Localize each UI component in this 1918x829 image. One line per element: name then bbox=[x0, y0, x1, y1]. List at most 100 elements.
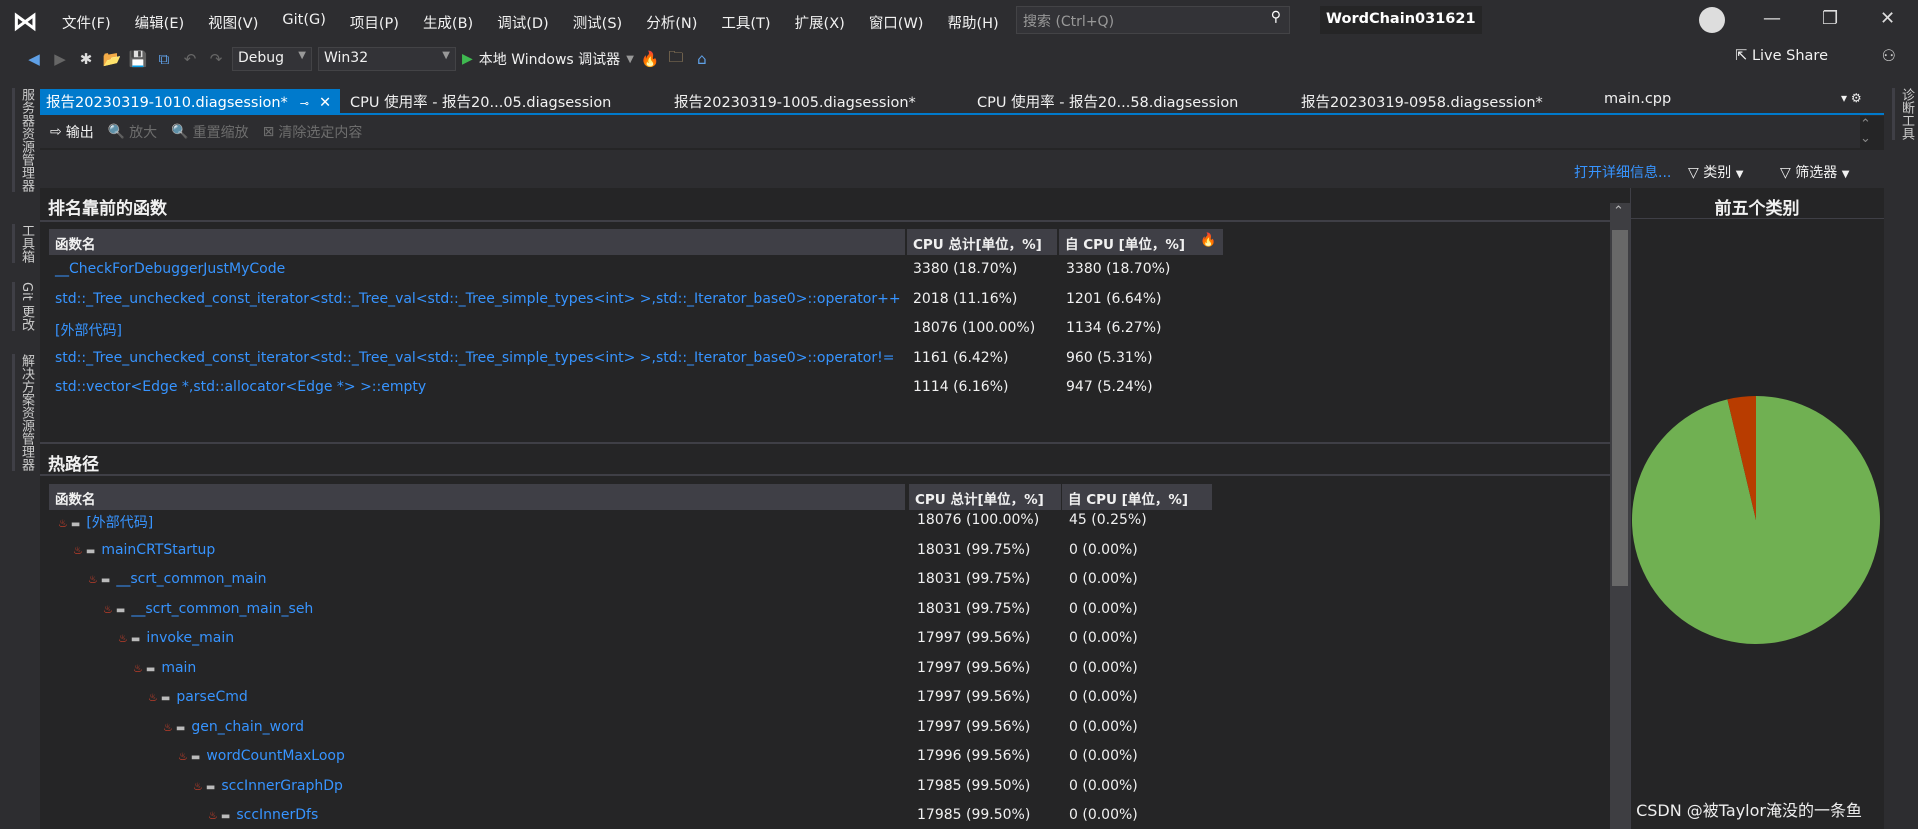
column-header[interactable]: CPU 总计[单位，%] bbox=[909, 484, 1061, 510]
category-filter-button[interactable]: ▽ 类别 ▼ bbox=[1688, 162, 1743, 182]
open-details-link[interactable]: 打开详细信息... bbox=[1574, 162, 1671, 182]
menu-item[interactable]: 文件(F) bbox=[50, 12, 123, 33]
hot-path-flame-icon: ♨ bbox=[208, 809, 218, 822]
forward-icon[interactable]: ▶ bbox=[50, 50, 70, 68]
menu-item[interactable]: 窗口(W) bbox=[857, 12, 936, 33]
function-link[interactable]: std::vector<Edge *,std::allocator<Edge *… bbox=[55, 379, 426, 395]
zoom-in-button[interactable]: 🔍 放大 bbox=[108, 122, 157, 142]
redo-icon[interactable]: ↷ bbox=[206, 50, 226, 68]
filter-button[interactable]: ▽ 筛选器 ▼ bbox=[1780, 162, 1849, 182]
hot-path-row[interactable]: ♨ ▬ mainCRTStartup bbox=[73, 542, 215, 558]
toolbar: ◀ ▶ ✱ 📂 💾 ⧉ ↶ ↷ Debug ▼ Win32 ▼ ▶ 本地 Window… bbox=[0, 44, 1918, 74]
hot-path-row[interactable]: ♨ ▬ __scrt_common_main_seh bbox=[103, 601, 313, 617]
tab-cpu-usage-05[interactable]: CPU 使用率 - 报告20...05.diagsession bbox=[344, 89, 617, 113]
live-share-button[interactable]: ⇱ Live Share bbox=[1735, 48, 1828, 64]
menu-item[interactable]: 工具(T) bbox=[709, 12, 782, 33]
new-project-icon[interactable]: ✱ bbox=[76, 50, 96, 68]
restore-icon[interactable]: ❐ bbox=[1822, 8, 1838, 29]
menu-item[interactable]: 生成(B) bbox=[411, 12, 485, 33]
output-button[interactable]: ⇨ 输出 bbox=[50, 122, 94, 142]
tab-report-0958[interactable]: 报告20230319-0958.diagsession* bbox=[1295, 89, 1549, 113]
menu-item[interactable]: 测试(S) bbox=[561, 12, 635, 33]
tab-cpu-usage-58[interactable]: CPU 使用率 - 报告20...58.diagsession bbox=[971, 89, 1244, 113]
menu-item[interactable]: Git(G) bbox=[270, 12, 338, 33]
hot-path-row[interactable]: ♨ ▬ parseCmd bbox=[148, 689, 248, 705]
tab-report-1005[interactable]: 报告20230319-1005.diagsession* bbox=[668, 89, 922, 113]
function-name[interactable]: wordCountMaxLoop bbox=[206, 748, 345, 764]
function-name[interactable]: main bbox=[161, 660, 196, 676]
hot-reload-icon[interactable]: 🔥 bbox=[640, 50, 660, 68]
function-name[interactable]: mainCRTStartup bbox=[101, 542, 215, 558]
hot-path-flame-icon: ♨ bbox=[103, 602, 113, 616]
hot-path-row[interactable]: ♨ ▬ sccInnerDfs bbox=[208, 807, 318, 823]
menu-item[interactable]: 帮助(H) bbox=[935, 12, 1010, 33]
expand-icon: ▬ bbox=[145, 663, 156, 675]
cpu-total: 3380 (18.70%) bbox=[913, 261, 1018, 277]
browser-icon[interactable]: ⌂ bbox=[692, 50, 712, 68]
menu-item[interactable]: 项目(P) bbox=[338, 12, 411, 33]
column-header[interactable]: 函数名 bbox=[49, 229, 905, 255]
menu-item[interactable]: 分析(N) bbox=[634, 12, 709, 33]
save-icon[interactable]: 💾 bbox=[128, 50, 148, 68]
column-header[interactable]: 函数名 bbox=[49, 484, 905, 510]
function-name[interactable]: [外部代码] bbox=[86, 515, 153, 531]
solution-explorer-tab[interactable]: 解决方案资源管理器 bbox=[12, 354, 36, 471]
hot-path-row[interactable]: ♨ ▬ sccInnerGraphDp bbox=[193, 778, 343, 794]
clear-selection-button[interactable]: ⊠ 清除选定内容 bbox=[263, 122, 363, 142]
scrollbar-thumb[interactable] bbox=[1612, 230, 1628, 586]
function-name[interactable]: sccInnerDfs bbox=[236, 807, 318, 823]
menu-item[interactable]: 调试(D) bbox=[485, 12, 560, 33]
menu-item[interactable]: 编辑(E) bbox=[123, 12, 196, 33]
function-link[interactable]: std::_Tree_unchecked_const_iterator<std:… bbox=[55, 291, 901, 307]
hot-path-row[interactable]: ♨ ▬ gen_chain_word bbox=[163, 719, 304, 735]
function-name[interactable]: __scrt_common_main_seh bbox=[131, 601, 313, 617]
cpu-total: 17985 (99.50%) bbox=[917, 807, 1031, 823]
function-link[interactable]: __CheckForDebuggerJustMyCode bbox=[55, 261, 285, 277]
open-folder-icon[interactable]: 📂 bbox=[102, 50, 122, 68]
function-link[interactable]: std::_Tree_unchecked_const_iterator<std:… bbox=[55, 350, 894, 366]
function-name[interactable]: sccInnerGraphDp bbox=[221, 778, 343, 794]
hot-path-row[interactable]: ♨ ▬ [外部代码] bbox=[58, 512, 153, 532]
save-all-icon[interactable]: ⧉ bbox=[154, 50, 174, 68]
function-name[interactable]: __scrt_common_main bbox=[116, 571, 266, 587]
find-in-files-icon[interactable]: 🗀 bbox=[666, 47, 686, 72]
config-select[interactable]: Debug ▼ bbox=[232, 47, 312, 71]
minimize-icon[interactable]: — bbox=[1763, 8, 1781, 29]
git-changes-tab[interactable]: Git 更改 bbox=[12, 282, 36, 331]
scroll-up-down-icon[interactable]: ⌃ ⌄ bbox=[1860, 118, 1871, 146]
self-cpu: 0 (0.00%) bbox=[1069, 807, 1138, 823]
avatar[interactable] bbox=[1699, 7, 1725, 33]
feedback-icon[interactable]: ⚇ bbox=[1882, 46, 1896, 65]
tab-report-1010[interactable]: 报告20230319-1010.diagsession* ⊸ ✕ bbox=[40, 89, 340, 113]
function-name[interactable]: gen_chain_word bbox=[191, 719, 304, 735]
scroll-up-icon[interactable]: ⌃ bbox=[1613, 204, 1624, 219]
search-input[interactable]: 搜索 (Ctrl+Q) ⚲ bbox=[1016, 6, 1290, 34]
diagnostic-tools-tab[interactable]: 诊断工具 bbox=[1892, 88, 1916, 140]
close-icon[interactable]: ✕ bbox=[1880, 8, 1895, 29]
menu-item[interactable]: 扩展(X) bbox=[783, 12, 857, 33]
hot-path-row[interactable]: ♨ ▬ main bbox=[133, 660, 196, 676]
function-link[interactable]: [外部代码] bbox=[55, 320, 122, 340]
server-explorer-tab[interactable]: 服务器资源管理器 bbox=[12, 88, 36, 192]
cpu-total: 17996 (99.56%) bbox=[917, 748, 1031, 764]
pin-icon[interactable]: ⊸ bbox=[300, 97, 309, 110]
hot-path-row[interactable]: ♨ ▬ invoke_main bbox=[118, 630, 234, 646]
tab-list-dropdown-icon[interactable]: ▾ ⚙ bbox=[1835, 89, 1868, 113]
hot-path-row[interactable]: ♨ ▬ __scrt_common_main bbox=[88, 571, 267, 587]
function-name[interactable]: parseCmd bbox=[176, 689, 247, 705]
function-name[interactable]: invoke_main bbox=[146, 630, 234, 646]
tab-main-cpp[interactable]: main.cpp bbox=[1598, 89, 1677, 113]
start-debug-button[interactable]: ▶ 本地 Windows 调试器 ▼ bbox=[462, 49, 634, 69]
close-tab-icon[interactable]: ✕ bbox=[319, 95, 331, 111]
menu-item[interactable]: 视图(V) bbox=[196, 12, 270, 33]
column-header[interactable]: 自 CPU [单位，%] bbox=[1059, 229, 1223, 255]
column-header[interactable]: 自 CPU [单位，%] bbox=[1062, 484, 1212, 510]
cpu-total: 2018 (11.16%) bbox=[913, 290, 1018, 307]
toolbox-tab[interactable]: 工具箱 bbox=[12, 224, 36, 263]
column-header[interactable]: CPU 总计[单位，%] bbox=[907, 229, 1057, 255]
hot-path-row[interactable]: ♨ ▬ wordCountMaxLoop bbox=[178, 748, 345, 764]
reset-zoom-button[interactable]: 🔍 重置缩放 bbox=[171, 122, 248, 142]
undo-icon[interactable]: ↶ bbox=[180, 50, 200, 68]
platform-select[interactable]: Win32 ▼ bbox=[318, 47, 456, 71]
back-icon[interactable]: ◀ bbox=[24, 50, 44, 68]
